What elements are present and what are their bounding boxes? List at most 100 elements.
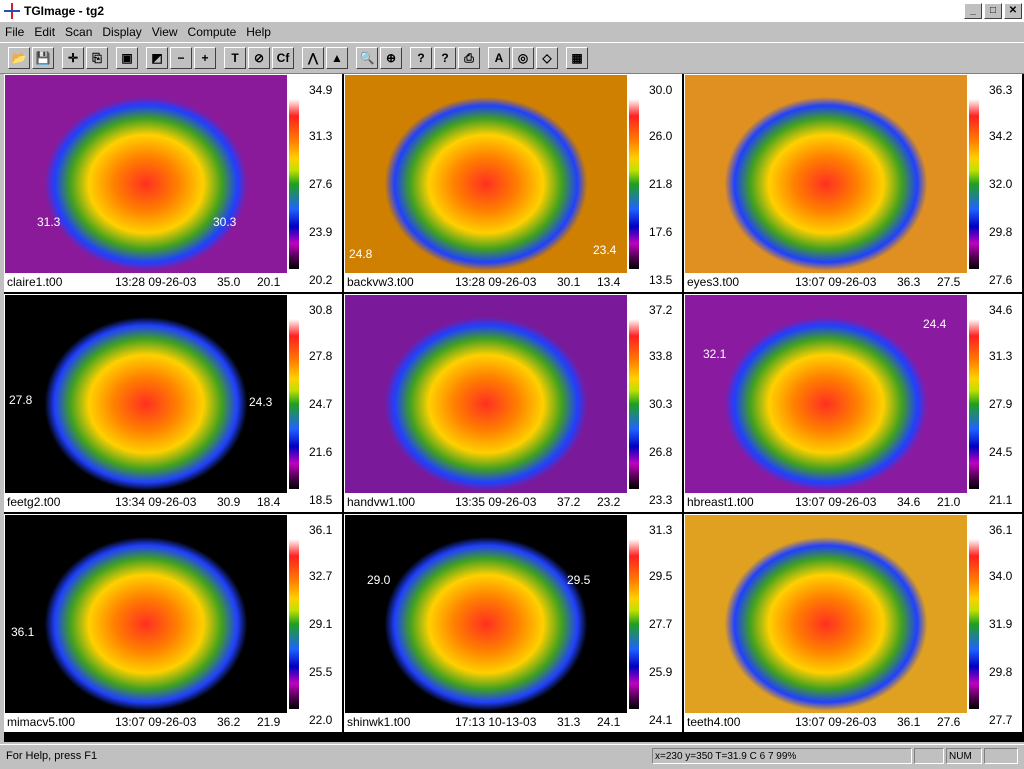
menu-scan[interactable]: Scan [60,25,97,39]
thermal-image[interactable] [685,515,967,713]
scale-value: 26.8 [649,445,673,459]
menu-edit[interactable]: Edit [29,25,60,39]
thermal-image[interactable] [5,75,287,273]
thermal-image[interactable] [345,515,627,713]
menu-help[interactable]: Help [241,25,276,39]
scale-value: 26.0 [649,129,673,143]
menu-view[interactable]: View [147,25,183,39]
caption-filename: hbreast1.t00 [687,495,754,509]
context-help-button[interactable]: ? [410,47,432,69]
plus-button[interactable]: + [194,47,216,69]
help-button[interactable]: ? [434,47,456,69]
caption-filename: teeth4.t00 [687,715,741,729]
caption-max-temp: 31.3 [557,715,581,729]
image-caption: backvw3.t00 13:28 09-26-03 30.1 13.4 [345,273,627,291]
thermal-image[interactable] [5,295,287,493]
app-icon [4,3,20,19]
scale-value: 36.3 [989,83,1013,97]
stamp-button[interactable]: ▲ [326,47,348,69]
thermal-panel-feetg2[interactable]: 27.8 24.3 30.8 27.8 24.7 21.6 18.5 feetg2.t00 13… [4,294,342,512]
target-icon: ◎ [517,51,529,65]
caption-timestamp: 13:07 09-26-03 [795,715,877,729]
color-scale-bar [629,539,639,709]
caption-min-temp: 27.6 [937,715,961,729]
scale-value: 27.8 [309,349,333,363]
minus-button[interactable]: − [170,47,192,69]
cf-icon: Cf [276,51,290,65]
temperature-annotation: 36.1 [11,625,35,639]
scale-value: 25.9 [649,665,673,679]
color-palette-button[interactable]: ▦ [566,47,588,69]
magnifier-button[interactable]: 🔍 [356,47,378,69]
thermal-image[interactable] [685,75,967,273]
no-symbol-icon: ⊘ [253,51,265,65]
minus-icon: − [177,51,185,65]
cf-button[interactable]: Cf [272,47,294,69]
plus-icon: + [201,51,209,65]
text-a-button[interactable]: A [488,47,510,69]
caption-max-temp: 34.6 [897,495,921,509]
color-scale: 36.1 32.7 29.1 25.5 22.0 [287,515,341,731]
print-button[interactable]: ⎙ [458,47,480,69]
scale-value: 36.1 [309,523,333,537]
scale-value: 30.0 [649,83,673,97]
scale-value: 21.6 [309,445,333,459]
text-t-icon: T [231,51,239,65]
text-t-button[interactable]: T [224,47,246,69]
caption-max-temp: 36.2 [217,715,241,729]
color-scale-bar [289,99,299,269]
color-scale-bar [629,319,639,489]
color-scale-bar [629,99,639,269]
eraser-button[interactable]: ◇ [536,47,558,69]
thermal-panel-hbreast1[interactable]: 32.1 24.4 34.6 31.3 27.9 24.5 21.1 hbreast1.t00… [684,294,1022,512]
zoom-reset-button[interactable]: ⊕ [380,47,402,69]
scale-value: 31.3 [989,349,1013,363]
histogram-icon: ⋀ [308,51,318,65]
maximize-button[interactable]: □ [984,3,1002,19]
crosshair-button[interactable]: ✛ [62,47,84,69]
open-folder-button[interactable]: 📂 [8,47,30,69]
no-symbol-button[interactable]: ⊘ [248,47,270,69]
save-button[interactable]: 💾 [32,47,54,69]
thermal-panel-claire1[interactable]: 31.3 30.3 34.9 31.3 27.6 23.9 20.2 claire1.t00 1… [4,74,342,292]
temperature-annotation: 24.4 [923,317,947,331]
title-bar: TGImage - tg2 _ □ ✕ [0,0,1024,23]
target-button[interactable]: ◎ [512,47,534,69]
menu-compute[interactable]: Compute [183,25,242,39]
thermal-panel-mimacv5[interactable]: 36.1 36.1 32.7 29.1 25.5 22.0 mimacv5.t00 13:07… [4,514,342,732]
thermal-image[interactable] [345,295,627,493]
scale-value: 20.2 [309,273,333,287]
scale-value: 30.8 [309,303,333,317]
window-controls: _ □ ✕ [964,3,1022,19]
thermal-image[interactable] [345,75,627,273]
scale-value: 32.0 [989,177,1013,191]
thermal-panel-backvw3[interactable]: 24.8 23.4 30.0 26.0 21.8 17.6 13.5 backvw3.t00 1… [344,74,682,292]
scale-value: 24.7 [309,397,333,411]
open-folder-icon: 📂 [11,51,27,65]
window-title: TGImage - tg2 [24,4,105,18]
zoom-reset-icon: ⊕ [385,51,397,65]
scale-value: 25.5 [309,665,333,679]
thermal-panel-handvw1[interactable]: 37.2 33.8 30.3 26.8 23.3 handvw1.t00 13:35 09-… [344,294,682,512]
thermal-panel-teeth4[interactable]: 36.1 34.0 31.9 29.8 27.7 teeth4.t00 13:07 09-2… [684,514,1022,732]
menu-file[interactable]: File [0,25,29,39]
thermal-image[interactable] [5,515,287,713]
menu-display[interactable]: Display [97,25,146,39]
copy-button[interactable]: ⎘ [86,47,108,69]
caption-min-temp: 13.4 [597,275,621,289]
thermal-panel-eyes3[interactable]: 36.3 34.2 32.0 29.8 27.6 eyes3.t00 13:07 09-26… [684,74,1022,292]
status-coordinates: x=230 y=350 T=31.9 C 6 7 99% [652,748,912,764]
crosshair-icon: ✛ [67,51,79,65]
thermal-panel-shinwk1[interactable]: 29.0 29.5 31.3 29.5 27.7 25.9 24.1 shinwk1.t00 1… [344,514,682,732]
image-caption: feetg2.t00 13:34 09-26-03 30.9 18.4 [5,493,287,511]
close-button[interactable]: ✕ [1004,3,1022,19]
scale-value: 23.3 [649,493,673,507]
diagonal-palette-button[interactable]: ◩ [146,47,168,69]
camera-button[interactable]: ▣ [116,47,138,69]
histogram-button[interactable]: ⋀ [302,47,324,69]
caption-timestamp: 17:13 10-13-03 [455,715,537,729]
color-palette-icon: ▦ [571,51,583,65]
scale-value: 27.7 [989,713,1013,727]
magnifier-icon: 🔍 [359,51,375,65]
minimize-button[interactable]: _ [964,3,982,19]
